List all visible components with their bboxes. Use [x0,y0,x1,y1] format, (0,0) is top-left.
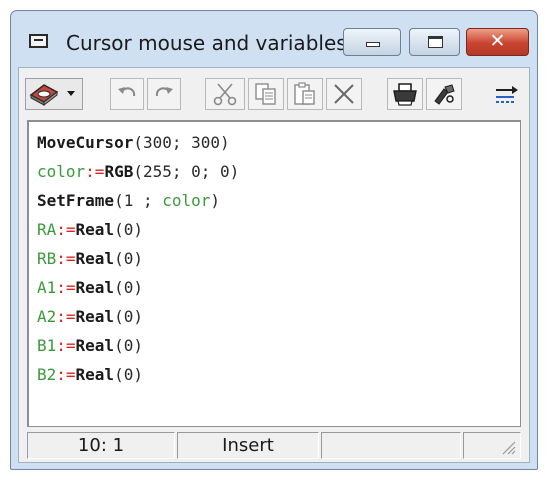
code-token: Real [75,278,115,297]
drive-icon [29,84,75,107]
code-token: (0) [114,249,143,268]
cut-icon [213,83,237,106]
code-token: A2 [37,307,57,326]
code-token: (255; 0; 0) [133,162,240,181]
resize-grip-icon [502,441,516,455]
code-token: (0) [114,278,143,297]
code-token: Real [75,307,115,326]
app-window: Cursor mouse and variables ✕ MoveCursor(… [10,10,538,470]
code-line: RB:=Real(0) [37,244,239,273]
redo-button[interactable] [147,78,181,110]
status-cell-3 [321,432,461,459]
code-line: RA:=Real(0) [37,215,239,244]
title-bar[interactable]: Cursor mouse and variables ✕ [11,11,537,67]
code-token: RB [37,249,57,268]
code-token: := [56,336,76,355]
code-line: A2:=Real(0) [37,302,239,331]
code-token: color [162,191,211,210]
cut-button[interactable] [205,78,245,110]
minimize-icon [366,42,380,47]
code-token: (0) [114,365,143,384]
code-token: := [56,278,76,297]
code-token: Real [75,249,115,268]
code-token: MoveCursor [37,133,134,152]
code-token: := [56,249,76,268]
code-token: ) [210,191,221,210]
code-token: (0) [114,307,143,326]
maximize-button[interactable] [409,28,460,56]
code-content: MoveCursor(300; 300) color:=RGB(255; 0; 0… [37,128,239,389]
settings-icon [496,86,518,103]
code-token: B2 [37,365,57,384]
client-area: MoveCursor(300; 300) color:=RGB(255; 0; 0… [18,67,530,463]
code-token: := [56,307,76,326]
code-token: B1 [37,336,57,355]
window-title: Cursor mouse and variables [66,31,347,55]
code-token: := [56,220,76,239]
code-line: A1:=Real(0) [37,273,239,302]
code-line: SetFrame(1 ; color) [37,186,239,215]
code-token: := [56,365,76,384]
delete-button[interactable] [326,78,362,110]
toolbar [19,68,529,118]
paste-icon [294,82,315,105]
code-editor[interactable]: MoveCursor(300; 300) color:=RGB(255; 0; 0… [27,120,521,427]
drive-menu-button[interactable] [25,78,83,110]
maximize-icon [428,36,443,48]
code-token: RGB [104,162,134,181]
code-token: (300; 300) [133,133,230,152]
undo-button[interactable] [110,78,144,110]
code-token: (0) [114,220,143,239]
status-bar: 10: 1 Insert [27,432,521,460]
edit-mode: Insert [177,432,319,459]
copy-button[interactable] [248,78,284,110]
delete-icon [334,84,354,104]
code-token: color [37,162,86,181]
code-token: RA [37,220,57,239]
undo-icon [118,87,136,97]
code-token: (0) [114,336,143,355]
dropdown-arrow-icon [67,91,75,96]
tools-icon [434,84,455,105]
code-token: := [85,162,105,181]
code-token: SetFrame [37,191,115,210]
print-button[interactable] [387,78,423,110]
window-icon[interactable] [29,34,48,48]
code-token: Real [75,220,115,239]
close-icon: ✕ [489,30,506,52]
redo-icon [155,87,173,97]
size-grip[interactable] [463,432,521,459]
code-line: MoveCursor(300; 300) [37,128,239,157]
code-line: color:=RGB(255; 0; 0) [37,157,239,186]
minimize-button[interactable] [343,28,401,56]
tools-button[interactable] [426,78,462,110]
code-token: A1 [37,278,57,297]
paste-button[interactable] [287,78,323,110]
options-button[interactable] [489,78,523,110]
code-token: (1 ; [114,191,163,210]
code-token: Real [75,336,115,355]
cursor-position: 10: 1 [27,432,175,459]
copy-icon [255,83,276,105]
code-line: B2:=Real(0) [37,360,239,389]
code-token: Real [75,365,115,384]
print-icon [393,83,417,106]
code-line: B1:=Real(0) [37,331,239,360]
close-button[interactable]: ✕ [466,28,529,56]
